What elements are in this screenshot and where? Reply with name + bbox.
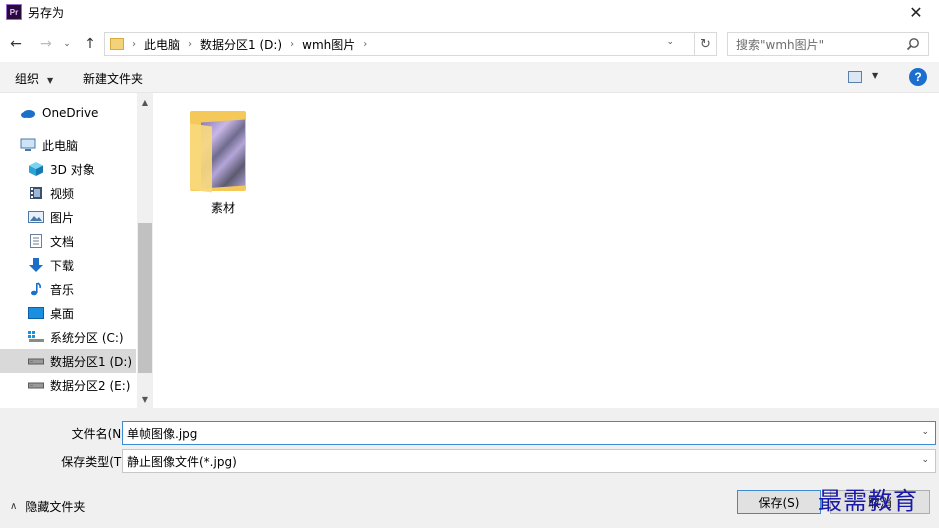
drive-icon — [28, 378, 44, 392]
app-icon-text: Pr — [9, 7, 19, 17]
address-row: ← → ⌄ ↑ › 此电脑 › 数据分区1 (D:) › wmh图片 › ⌄ ↻… — [0, 28, 939, 60]
sidebar-item-videos[interactable]: 视频 — [0, 181, 136, 205]
filetype-select[interactable]: 静止图像文件(*.jpg) ⌄ — [122, 449, 936, 473]
cloud-icon — [20, 106, 36, 120]
chevron-right-icon: › — [132, 38, 136, 50]
caret-down-icon: ▼ — [47, 76, 54, 85]
up-button[interactable]: ↑ — [80, 34, 100, 54]
sidebar-item-label: 数据分区2 (E:) — [50, 378, 131, 393]
arrow-right-icon: → — [40, 36, 52, 52]
chevron-down-icon[interactable]: ⌄ — [921, 427, 929, 437]
refresh-icon: ↻ — [700, 36, 711, 52]
sidebar-item-this-pc[interactable]: 此电脑 — [0, 133, 136, 157]
save-button[interactable]: 保存(S) — [737, 490, 821, 514]
help-icon[interactable]: ? — [909, 68, 927, 86]
folder-label: 素材 — [210, 201, 235, 215]
sidebar-item-label: 数据分区1 (D:) — [50, 354, 133, 369]
sidebar-item-label: 桌面 — [50, 306, 75, 321]
download-icon — [28, 258, 44, 272]
sidebar-item-label: 3D 对象 — [50, 162, 95, 177]
watermark-logo: 最需教育 — [818, 487, 918, 515]
view-mode-icon[interactable] — [848, 71, 862, 83]
document-icon — [28, 234, 44, 248]
arrow-up-icon: ↑ — [84, 36, 96, 52]
address-dropdown-icon[interactable]: ⌄ — [666, 37, 674, 47]
chevron-right-icon: › — [363, 38, 368, 50]
scroll-up-icon[interactable]: ▲ — [137, 93, 153, 111]
save-options-panel: 文件名(N): 单帧图像.jpg ⌄ 保存类型(T): 静止图像文件(*.jpg… — [0, 408, 939, 528]
sidebar-item-label: 此电脑 — [42, 138, 79, 153]
sidebar-item-label: 图片 — [50, 210, 75, 225]
breadcrumb-wmh-pictures[interactable]: wmh图片 — [302, 36, 355, 53]
hide-folders-toggle[interactable]: ∧ 隐藏文件夹 — [10, 498, 85, 515]
sidebar-item-3d-objects[interactable]: 3D 对象 — [0, 157, 136, 181]
chevron-down-icon: ⌄ — [921, 455, 929, 465]
folder-front-flap — [190, 123, 212, 193]
close-button[interactable]: ✕ — [893, 0, 939, 24]
desktop-icon — [28, 306, 44, 320]
scroll-down-icon[interactable]: ▼ — [137, 390, 153, 408]
breadcrumb-this-pc[interactable]: 此电脑 — [144, 36, 180, 53]
filetype-value: 静止图像文件(*.jpg) — [127, 454, 237, 469]
arrow-left-icon: ← — [10, 36, 22, 52]
sidebar-item-music[interactable]: 音乐 — [0, 277, 136, 301]
sidebar-item-onedrive[interactable]: OneDrive — [0, 101, 136, 125]
chevron-up-icon: ∧ — [10, 501, 18, 512]
sidebar-item-label: 下载 — [50, 258, 75, 273]
nav-scrollbar[interactable]: ▲ ▼ — [137, 93, 153, 408]
close-icon: ✕ — [909, 2, 923, 22]
drive-icon — [28, 354, 44, 368]
folder-icon — [110, 38, 124, 50]
filetype-label: 保存类型(T): — [61, 455, 130, 469]
chevron-right-icon: › — [290, 38, 295, 50]
sidebar-item-label: 系统分区 (C:) — [50, 330, 124, 345]
computer-icon — [20, 138, 36, 152]
music-icon — [28, 282, 44, 296]
cube-icon — [28, 162, 44, 176]
refresh-button[interactable]: ↻ — [695, 32, 717, 56]
sidebar-item-downloads[interactable]: 下载 — [0, 253, 136, 277]
picture-icon — [28, 210, 44, 224]
sidebar-item-documents[interactable]: 文档 — [0, 229, 136, 253]
view-options-caret-icon[interactable]: ▼ — [872, 71, 878, 80]
filename-value: 单帧图像.jpg — [127, 426, 198, 441]
premiere-app-icon: Pr — [6, 4, 22, 20]
search-input[interactable]: 搜索"wmh图片" — [727, 32, 929, 56]
recent-locations-button[interactable]: ⌄ — [60, 34, 74, 54]
search-placeholder: 搜索"wmh图片" — [736, 37, 825, 52]
file-list: 素材 — [153, 93, 939, 408]
address-bar[interactable]: › 此电脑 › 数据分区1 (D:) › wmh图片 › ⌄ — [104, 32, 695, 56]
sidebar-item-drive-e[interactable]: 数据分区2 (E:) — [0, 373, 136, 397]
scrollbar-thumb[interactable] — [138, 223, 152, 373]
chevron-down-icon: ⌄ — [63, 39, 71, 49]
hide-folders-label: 隐藏文件夹 — [25, 500, 86, 514]
filename-label: 文件名(N): — [71, 427, 130, 441]
breadcrumb-drive-d[interactable]: 数据分区1 (D:) — [200, 36, 282, 53]
sidebar-item-label: 文档 — [50, 234, 75, 249]
sidebar-item-desktop[interactable]: 桌面 — [0, 301, 136, 325]
folder-item[interactable]: 素材 — [183, 105, 263, 215]
sidebar-item-drive-d[interactable]: 数据分区1 (D:) — [0, 349, 136, 373]
chevron-right-icon: › — [188, 38, 193, 50]
new-folder-button[interactable]: 新建文件夹 — [83, 70, 143, 87]
sidebar-item-label: OneDrive — [42, 106, 99, 120]
back-button[interactable]: ← — [6, 34, 26, 54]
sidebar-item-label: 视频 — [50, 186, 75, 201]
window-title: 另存为 — [28, 5, 65, 20]
sidebar-item-pictures[interactable]: 图片 — [0, 205, 136, 229]
filename-input[interactable]: 单帧图像.jpg ⌄ — [122, 421, 936, 445]
command-toolbar: 组织 ▼ 新建文件夹 ▼ ? — [0, 62, 939, 93]
search-icon — [906, 38, 919, 51]
organize-menu[interactable]: 组织 ▼ — [15, 70, 53, 87]
organize-label: 组织 — [15, 72, 40, 86]
video-icon — [28, 186, 44, 200]
sidebar-item-label: 音乐 — [50, 282, 75, 297]
title-bar: Pr 另存为 ✕ — [0, 0, 939, 24]
drive-c-icon — [28, 330, 44, 344]
sidebar-item-drive-c[interactable]: 系统分区 (C:) — [0, 325, 136, 349]
navigation-pane: OneDrive 此电脑 3D 对象 视频 图片 文档 下载 音乐 桌面 系统分… — [0, 93, 153, 408]
forward-button[interactable]: → — [36, 34, 56, 54]
